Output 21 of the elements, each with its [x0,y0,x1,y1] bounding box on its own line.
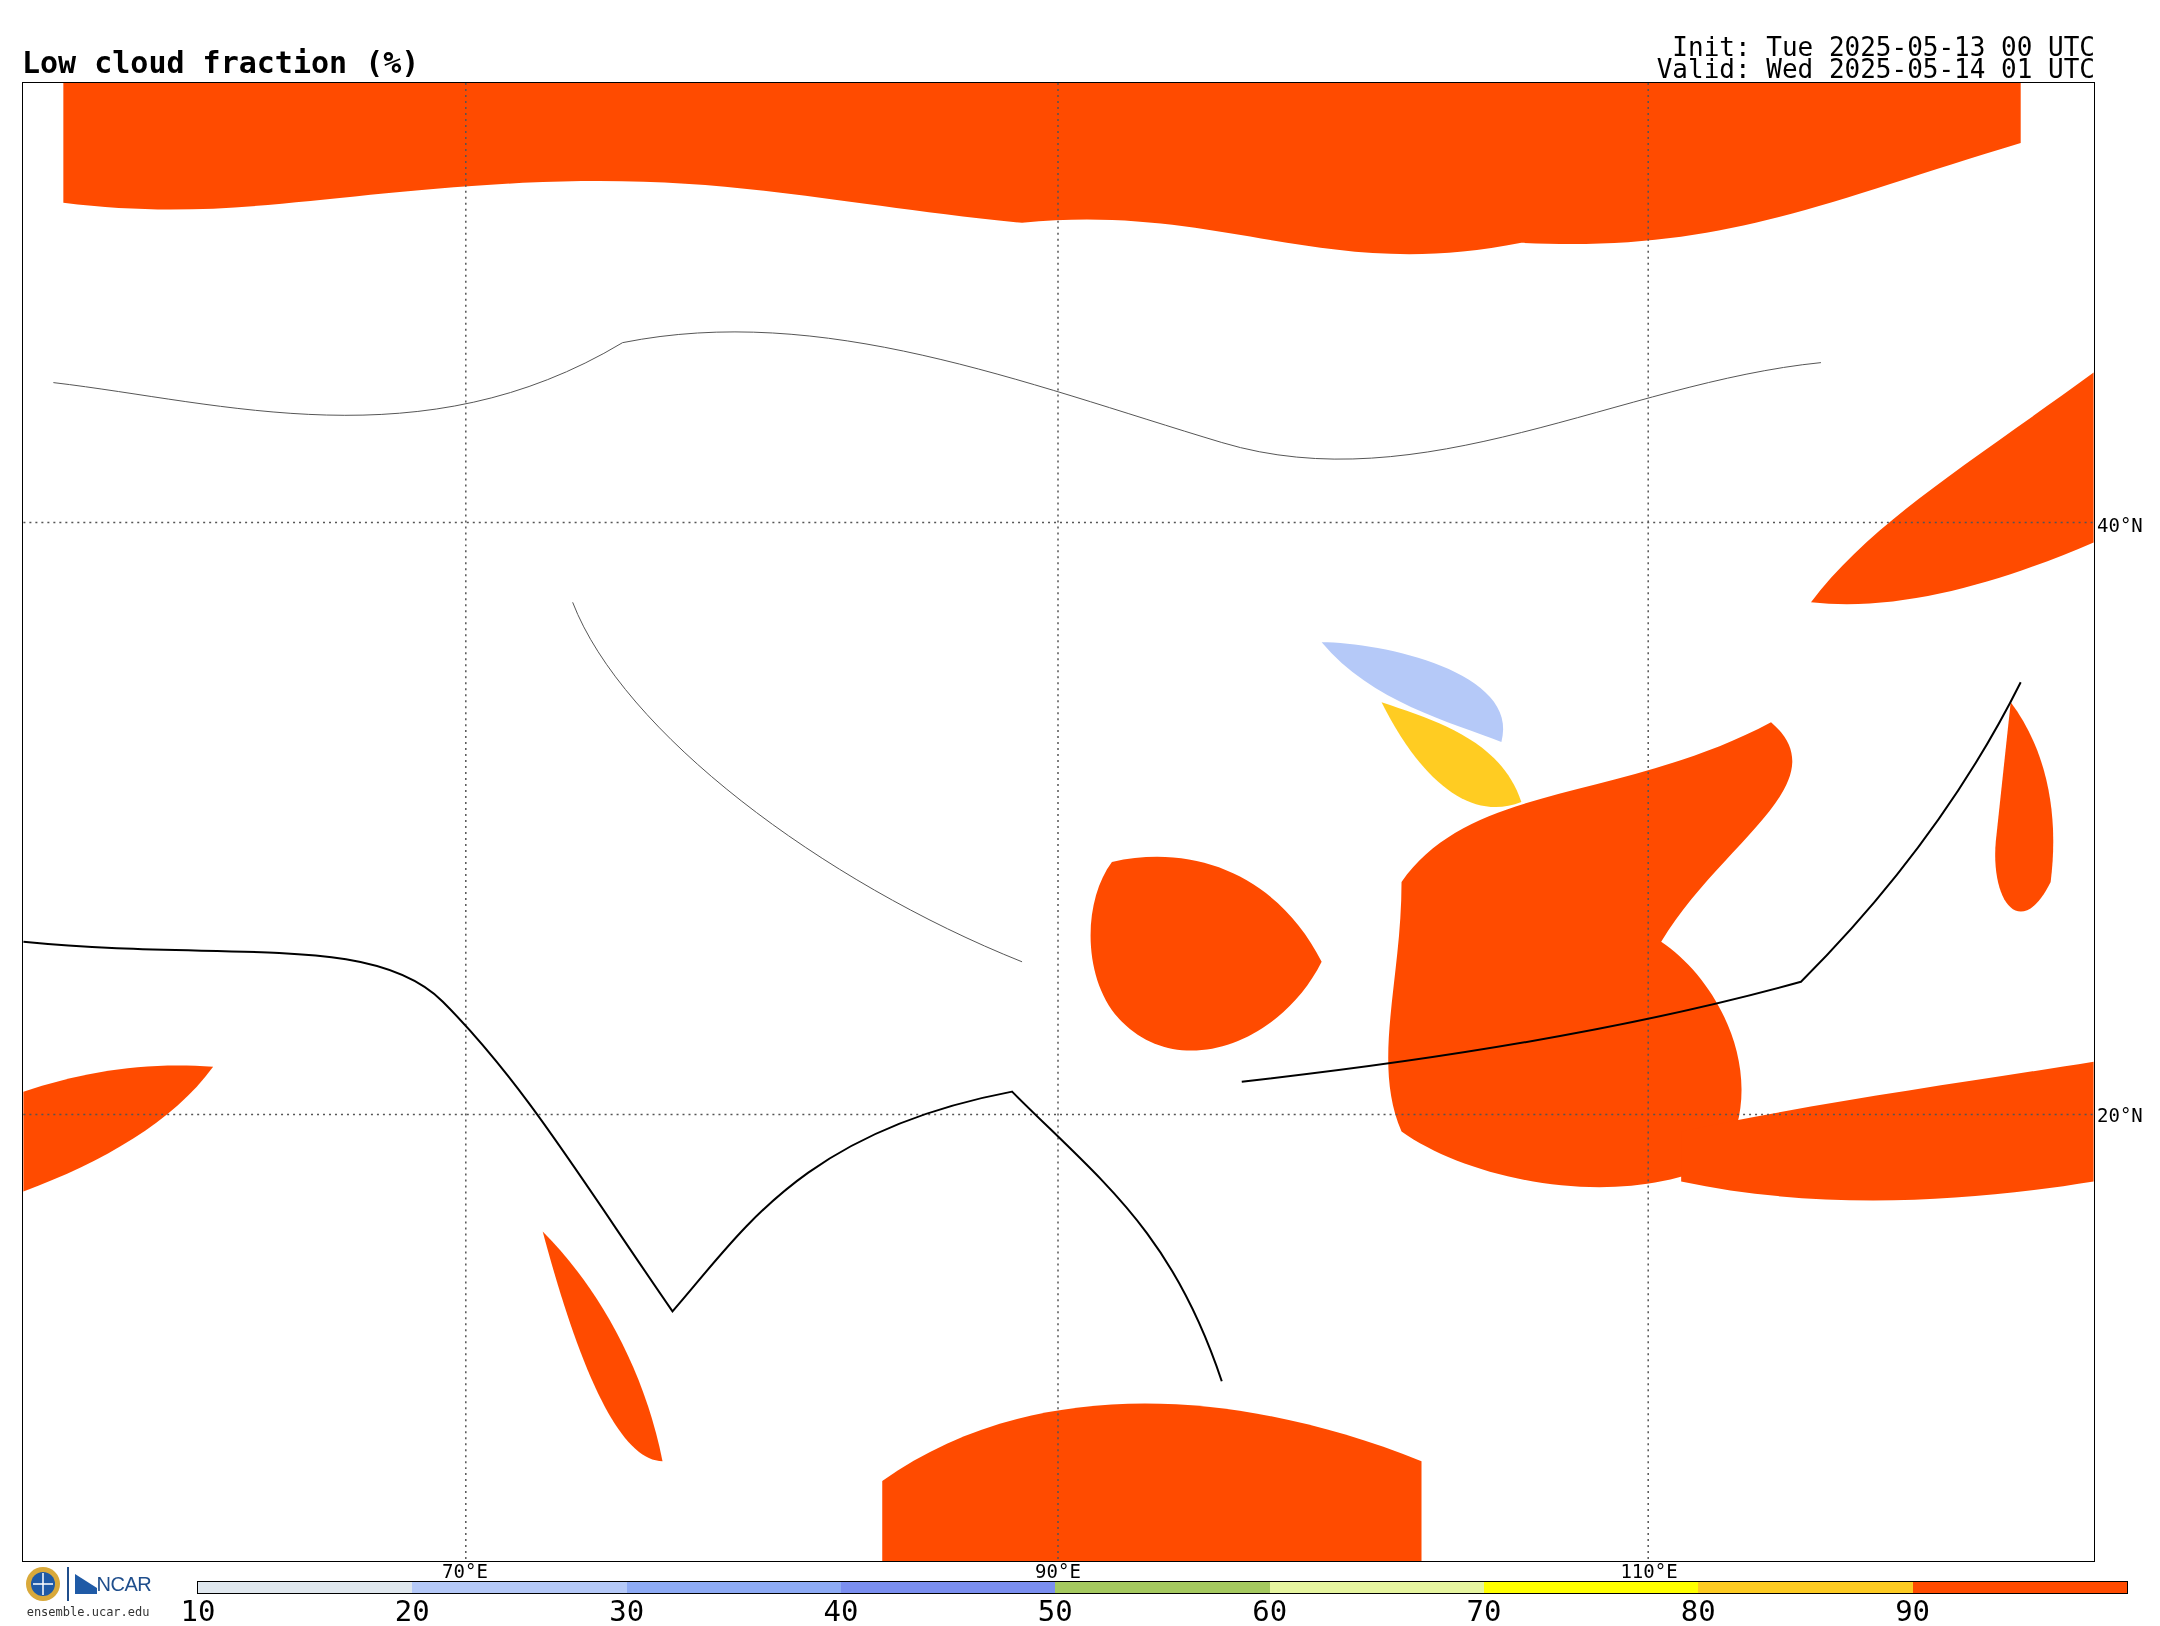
colorbar-tick-label: 60 [1252,1597,1288,1626]
run-time-label: Valid: Wed 2025-05-14 01 UTC [1656,58,2095,80]
longitude-label: 70°E [442,1562,488,1581]
chart-title: Low cloud fraction (%) [22,48,420,82]
colorbar-tick-label: 30 [609,1597,645,1626]
longitude-label: 110°E [1620,1562,1678,1581]
globe-emblem-icon [25,1566,61,1602]
colorbar-tick-label: 90 [1895,1597,1931,1626]
colorbar-tick-label: 20 [394,1597,430,1626]
logo-text: NCAR [96,1574,152,1594]
run-time-label: Init: Tue 2025-05-13 00 UTC [1672,36,2095,58]
colorbar-tick-label: 40 [823,1597,859,1626]
colorbar-tick-label: 80 [1680,1597,1716,1626]
colorbar-tick-label: 70 [1466,1597,1502,1626]
longitude-label: 90°E [1035,1562,1081,1581]
colorbar-tick-label: 50 [1037,1597,1073,1626]
ncar-logo-icon [74,1574,97,1594]
colorbar-tick-label: 10 [180,1597,216,1626]
latitude-label: 40°N [2097,515,2143,535]
latitude-label: 20°N [2097,1105,2143,1125]
site-url: ensemble.ucar.edu [26,1606,150,1618]
